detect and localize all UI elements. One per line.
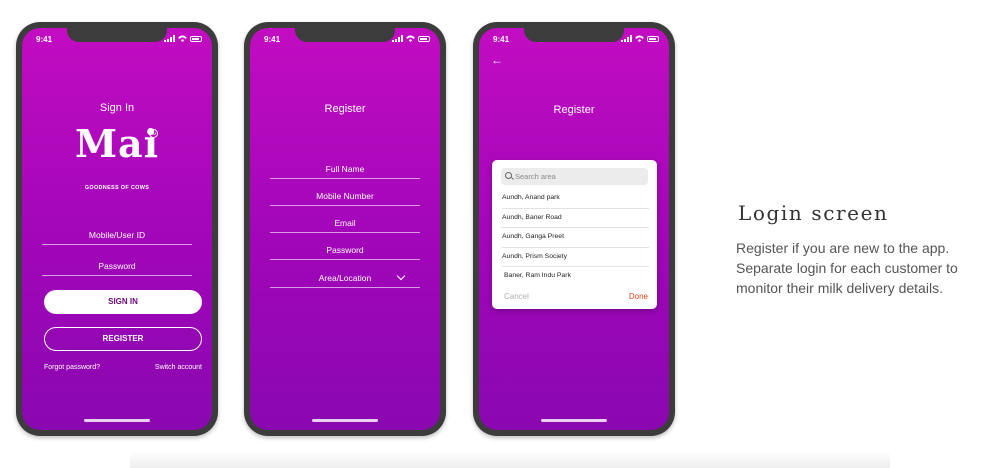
password-field[interactable]: Password — [42, 259, 192, 276]
signin-screen: 9:41 Sign In Mai TM GOODNESS OF COWS Mob… — [22, 28, 212, 430]
status-icons — [392, 35, 430, 42]
switch-account-link[interactable]: Switch account — [155, 364, 202, 371]
register-button[interactable]: REGISTER — [44, 327, 202, 351]
password-field[interactable]: Password — [270, 243, 420, 260]
notch — [524, 28, 624, 42]
mobile-id-field[interactable]: Mobile/User ID — [42, 228, 192, 245]
area-picker-screen: 9:41 ← Register Search area Aundh, Anand… — [479, 28, 669, 430]
floor-shadow — [130, 452, 890, 468]
signal-icon — [392, 35, 403, 42]
battery-icon — [647, 35, 659, 42]
notch — [67, 28, 167, 42]
section-heading: Login screen — [738, 201, 889, 225]
list-item[interactable]: Aundh, Anand park — [502, 189, 649, 209]
chevron-down-icon — [396, 271, 406, 281]
signal-icon — [621, 35, 632, 42]
battery-icon — [190, 35, 202, 42]
wifi-icon — [635, 35, 644, 42]
forgot-password-link[interactable]: Forgot password? — [44, 364, 100, 371]
area-list: Aundh, Anand park Aundh, Baner Road Aund… — [502, 189, 649, 286]
list-item[interactable]: Aundh, Prism Society — [502, 248, 649, 267]
home-indicator — [312, 419, 378, 422]
back-arrow-icon[interactable]: ← — [491, 54, 503, 66]
phone-signin: 9:41 Sign In Mai TM GOODNESS OF COWS Mob… — [16, 22, 218, 436]
phone-area-picker: 9:41 ← Register Search area Aundh, Anand… — [473, 22, 675, 436]
status-icons — [621, 35, 659, 42]
home-indicator — [541, 419, 607, 422]
list-item[interactable]: Aundh, Baner Road — [502, 209, 649, 228]
search-icon — [505, 172, 512, 179]
list-item[interactable]: Aundh, Ganga Preet — [502, 228, 649, 248]
status-icons — [164, 35, 202, 42]
done-button[interactable]: Done — [629, 292, 648, 301]
mobile-number-field[interactable]: Mobile Number — [270, 189, 420, 206]
page-title: Sign In — [99, 102, 135, 114]
battery-icon — [418, 35, 430, 42]
cancel-button[interactable]: Cancel — [504, 292, 529, 301]
wifi-icon — [178, 35, 187, 42]
area-location-label: Area/Location — [318, 273, 372, 283]
area-location-select[interactable]: Area/Location — [270, 271, 420, 288]
signal-icon — [164, 35, 175, 42]
full-name-field[interactable]: Full Name — [270, 162, 420, 179]
list-item[interactable]: Baner, Ram Indu Park — [502, 267, 649, 286]
notch — [295, 28, 395, 42]
register-screen: 9:41 Register Full Name Mobile Number Em… — [250, 28, 440, 430]
page-title: Register — [324, 103, 366, 115]
search-placeholder: Search area — [515, 172, 556, 181]
phone-register: 9:41 Register Full Name Mobile Number Em… — [244, 22, 446, 436]
home-indicator — [84, 419, 150, 422]
trademark-icon: TM — [149, 129, 158, 138]
email-field[interactable]: Email — [270, 216, 420, 233]
search-input[interactable]: Search area — [501, 168, 648, 185]
status-time: 9:41 — [493, 35, 510, 44]
brand-tagline: GOODNESS OF COWS — [84, 185, 150, 191]
status-time: 9:41 — [36, 35, 53, 44]
brand-logo: Mai — [74, 121, 160, 166]
page-title: Register — [553, 104, 595, 116]
signin-button[interactable]: SIGN IN — [44, 290, 202, 314]
status-time: 9:41 — [264, 35, 281, 44]
wifi-icon — [406, 35, 415, 42]
section-description: Register if you are new to the app. Sepa… — [736, 240, 958, 296]
area-picker-dialog: Search area Aundh, Anand park Aundh, Ban… — [492, 160, 657, 309]
